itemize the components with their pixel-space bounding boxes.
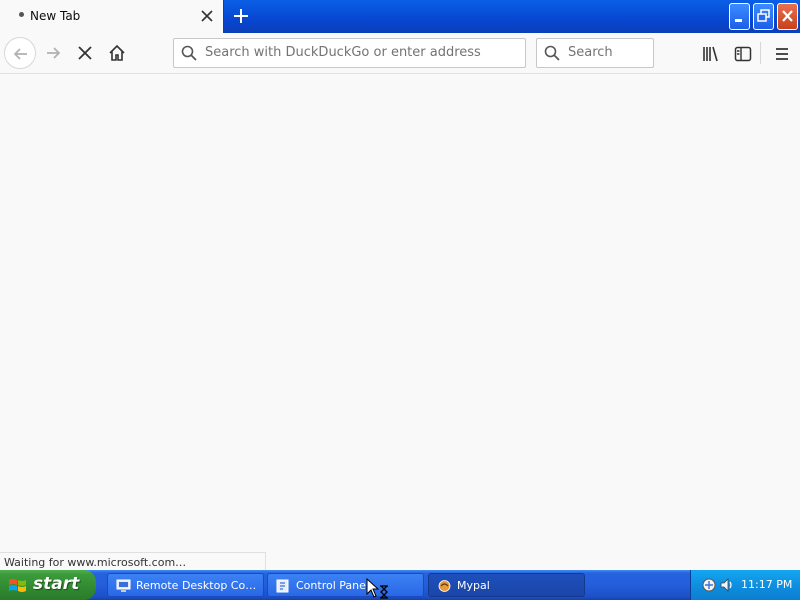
forward-button[interactable]	[37, 37, 69, 69]
taskbar-item-control-panel[interactable]: Control Panel	[267, 573, 424, 597]
close-window-button[interactable]	[777, 3, 798, 30]
url-bar[interactable]	[173, 38, 526, 68]
control-panel-icon	[276, 579, 291, 596]
back-button[interactable]	[4, 37, 36, 69]
windows-logo-icon	[8, 577, 28, 597]
clock: 11:17 PM	[741, 578, 793, 591]
search-icon	[181, 45, 197, 64]
url-input[interactable]	[205, 45, 515, 60]
status-panel: Waiting for www.microsoft.com…	[0, 552, 266, 570]
page-content	[0, 74, 800, 570]
window-controls	[729, 3, 798, 30]
toolbar-separator	[760, 42, 761, 64]
home-button[interactable]	[101, 37, 133, 69]
search-bar[interactable]	[536, 38, 654, 68]
start-label: start	[33, 574, 80, 594]
minimize-button[interactable]	[729, 3, 750, 30]
taskbar-item-label: Mypal	[457, 579, 490, 592]
title-bar: New Tab	[0, 0, 800, 33]
remote-desktop-icon	[116, 579, 131, 596]
mypal-icon	[437, 579, 452, 596]
busy-cursor-icon	[366, 577, 390, 600]
new-tab-button[interactable]	[229, 4, 253, 28]
search-input[interactable]	[568, 45, 648, 60]
taskbar-item-mypal[interactable]: Mypal	[428, 573, 585, 597]
stop-button[interactable]	[69, 37, 101, 69]
restore-button[interactable]	[753, 3, 774, 30]
loading-dot-icon	[19, 12, 24, 17]
navigation-toolbar	[0, 33, 800, 74]
taskbar-item-label: Control Panel	[296, 579, 369, 592]
volume-icon[interactable]	[719, 577, 735, 596]
tab-new-tab[interactable]: New Tab	[0, 0, 224, 33]
sidebar-button[interactable]	[727, 38, 757, 68]
close-tab-icon[interactable]	[198, 7, 216, 25]
network-icon[interactable]	[701, 577, 717, 596]
system-tray: 11:17 PM	[690, 570, 800, 600]
search-icon	[544, 45, 560, 64]
taskbar-item-label: Remote Desktop Con…	[136, 579, 258, 592]
hamburger-menu-button[interactable]	[766, 38, 796, 68]
taskbar: start Remote Desktop Con… Control Panel …	[0, 570, 800, 600]
start-button[interactable]: start	[0, 570, 96, 600]
library-button[interactable]	[695, 38, 725, 68]
tab-title: New Tab	[30, 9, 81, 23]
taskbar-item-remote-desktop[interactable]: Remote Desktop Con…	[107, 573, 264, 597]
